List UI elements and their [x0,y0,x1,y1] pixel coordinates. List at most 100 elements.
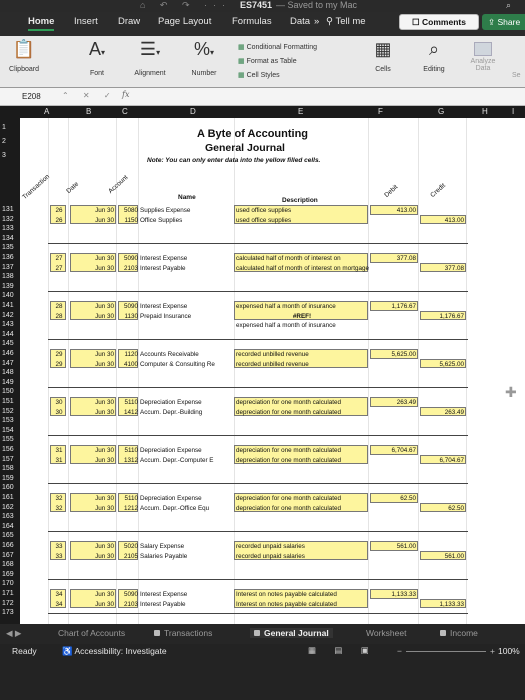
view-buttons[interactable]: ▦ ▤ ▣ [308,645,377,656]
sheet-tab-worksheet[interactable]: Worksheet [366,628,406,638]
row-number[interactable]: 158 [2,465,14,472]
row-number[interactable]: 152 [2,408,14,415]
comments-button[interactable]: ☐ Comments [399,14,479,30]
tab-draw[interactable]: Draw [118,16,140,27]
row-number[interactable]: 1 [2,124,6,131]
row-number[interactable]: 144 [2,331,14,338]
conditional-formatting-button[interactable]: Conditional Formatting [238,41,317,55]
row-number[interactable]: 170 [2,580,14,587]
debit-amount: 62.50 [400,495,416,502]
fx-icon[interactable]: fx [122,90,129,99]
column-header[interactable]: C [122,107,128,116]
sensitivity-label[interactable]: Se [512,72,521,79]
row-number[interactable]: 135 [2,244,14,251]
accessibility-status[interactable]: ♿ Accessibility: Investigate [62,646,167,657]
entry-description: calculated half of month of interest on [236,255,341,262]
formula-controls[interactable]: ⌃ ✕ ✓ [62,91,117,100]
sheet-tab-chart-of-accounts[interactable]: Chart of Accounts [58,628,125,638]
clipboard-group[interactable]: 📋 Clipboard [4,38,44,73]
row-number[interactable]: 160 [2,484,14,491]
credit-amount: 377.08 [444,264,464,272]
row-number[interactable]: 154 [2,427,14,434]
format-as-table-button[interactable]: Format as Table [238,55,317,69]
account-number: 5090 [123,255,138,262]
tab-home[interactable]: Home [28,16,55,31]
sheet-tab-income[interactable]: Income [440,628,478,638]
column-header[interactable]: D [190,107,196,116]
tab-data[interactable]: Data [290,16,310,27]
row-number[interactable]: 134 [2,235,14,242]
row-number[interactable]: 139 [2,283,14,290]
row-number[interactable]: 131 [2,206,14,213]
row-number[interactable]: 173 [2,609,14,616]
search-icon[interactable]: ⌕ [506,0,511,11]
row-number[interactable]: 3 [2,152,6,159]
font-group[interactable]: A▾ Font [78,38,116,77]
tab-insert[interactable]: Insert [74,16,98,27]
row-number[interactable]: 171 [2,590,14,597]
row-number[interactable]: 166 [2,542,14,549]
tell-me-search[interactable]: ⚲ Tell me [326,16,366,27]
row-number[interactable]: 147 [2,360,14,367]
row-number[interactable]: 142 [2,312,14,319]
row-number[interactable]: 167 [2,552,14,559]
column-header[interactable]: H [482,107,488,116]
column-header[interactable]: B [86,107,91,116]
row-number[interactable]: 156 [2,446,14,453]
editing-group[interactable]: ⌕ Editing [418,38,450,73]
sheet-tab-general-journal[interactable]: General Journal [250,628,333,638]
row-number[interactable]: 161 [2,494,14,501]
row-number[interactable]: 165 [2,532,14,539]
tab-page-layout[interactable]: Page Layout [158,16,211,27]
analyze-data-button[interactable]: Analyze Data [465,42,501,72]
row-number[interactable]: 150 [2,388,14,395]
cells-label: Cells [375,66,391,73]
sheet-tab-transactions[interactable]: Transactions [154,628,212,638]
sheet-nav-arrows[interactable]: ◀ ▶ [6,628,21,639]
tab-formulas[interactable]: Formulas [232,16,272,27]
row-number[interactable]: 140 [2,292,14,299]
row-number[interactable]: 169 [2,571,14,578]
name-box[interactable]: E208 [22,92,41,101]
row-number[interactable]: 155 [2,436,14,443]
zoom-slider[interactable]: − + [397,646,495,656]
row-number[interactable]: 137 [2,264,14,271]
column-header[interactable]: G [438,107,444,116]
row-number[interactable]: 151 [2,398,14,405]
row-number[interactable]: 168 [2,561,14,568]
cell-styles-button[interactable]: Cell Styles [238,69,317,83]
column-header[interactable]: E [298,107,303,116]
row-number[interactable]: 159 [2,475,14,482]
entry-description: Interest on notes payable calculated [236,591,337,598]
row-number[interactable]: 133 [2,225,14,232]
row-number[interactable]: 141 [2,302,14,309]
row-number[interactable]: 146 [2,350,14,357]
alignment-group[interactable]: ☰▾ Alignment [128,38,172,77]
account-number: 5110 [124,495,138,502]
row-number[interactable]: 172 [2,600,14,607]
row-number[interactable]: 2 [2,138,6,145]
quick-access-icons[interactable]: ⌂ ↶ ↷ ··· [140,0,231,11]
row-number[interactable]: 136 [2,254,14,261]
column-header[interactable]: I [512,107,514,116]
tab-overflow[interactable]: » [314,16,319,27]
row-number[interactable]: 143 [2,321,14,328]
row-number[interactable]: 148 [2,369,14,376]
number-group[interactable]: %▾ Number [184,38,224,77]
row-number[interactable]: 132 [2,216,14,223]
zoom-level[interactable]: 100% [498,646,520,656]
account-name: Accounts Receivable [140,351,199,358]
column-header[interactable]: F [378,107,383,116]
column-header[interactable]: A [44,107,49,116]
row-number[interactable]: 157 [2,456,14,463]
row-number[interactable]: 163 [2,513,14,520]
row-number[interactable]: 145 [2,340,14,347]
cells-group[interactable]: ▦ Cells [368,38,398,73]
row-number[interactable]: 162 [2,504,14,511]
row-number[interactable]: 153 [2,417,14,424]
row-number[interactable]: 138 [2,273,14,280]
row-number[interactable]: 164 [2,523,14,530]
cell-area[interactable]: A Byte of Accounting General Journal Not… [20,118,525,624]
row-number[interactable]: 149 [2,379,14,386]
share-button[interactable]: ⇪ Share [482,14,525,30]
